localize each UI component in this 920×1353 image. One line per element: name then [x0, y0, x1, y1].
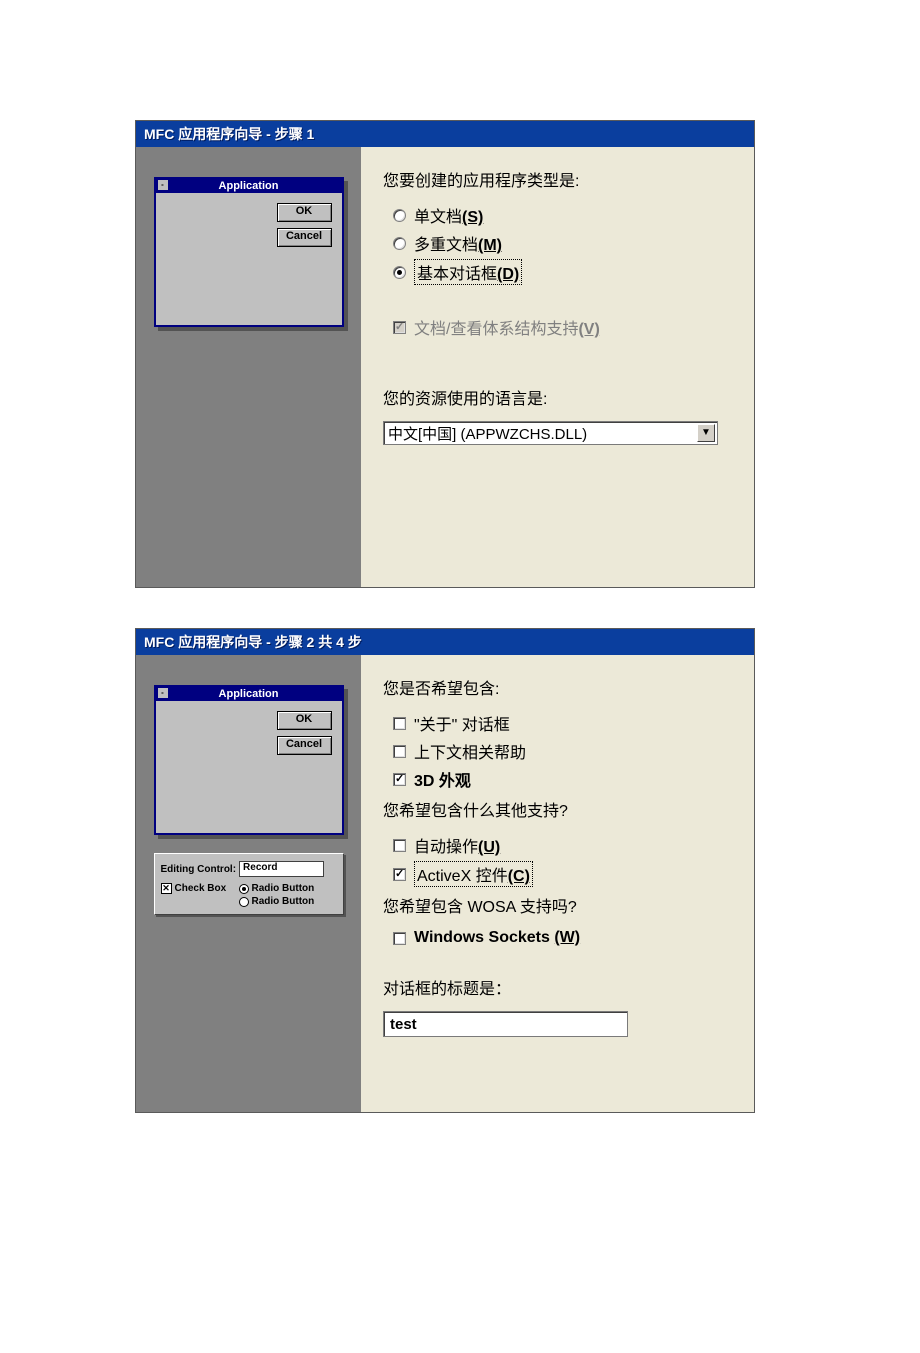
preview-controls-panel: Editing Control: Record ✕ Check Box Radi…: [154, 853, 344, 915]
preview-editing-row: Editing Control: Record: [161, 861, 337, 877]
check-automation[interactable]: 自动操作(U): [393, 833, 732, 857]
wizard-step-1: MFC 应用程序向导 - 步骤 1 - Application OK Cance…: [135, 120, 755, 588]
preview-cancel-button: Cancel: [277, 228, 332, 247]
preview-pane-2: - Application OK Cancel Editing Control:…: [136, 655, 361, 1112]
preview-radio-icon: [239, 884, 249, 894]
checkbox-icon: [393, 868, 406, 881]
preview-app-window: - Application OK Cancel: [154, 177, 344, 327]
question-language: 您的资源使用的语言是:: [383, 385, 732, 409]
check-context-help[interactable]: 上下文相关帮助: [393, 739, 732, 763]
radio-icon: [393, 266, 406, 279]
language-dropdown[interactable]: 中文[中国] (APPWZCHS.DLL) ▼: [383, 421, 718, 445]
sysmenu-icon: -: [158, 688, 168, 698]
preview-ok-button-2: OK: [277, 711, 332, 730]
preview-record-input: Record: [239, 861, 324, 877]
options-pane: 您要创建的应用程序类型是: 单文档(S) 多重文档(M) 基本对话框(D) 文档…: [361, 147, 754, 587]
checkbox-icon: [393, 839, 406, 852]
preview-ok-button: OK: [277, 203, 332, 222]
question-other-support: 您希望包含什么其他支持?: [383, 797, 732, 821]
checkbox-icon: [393, 321, 406, 334]
checkbox-icon: [393, 932, 406, 945]
radio-icon: [393, 237, 406, 250]
check-about-dialog[interactable]: "关于" 对话框: [393, 711, 732, 735]
wizard-step-2: MFC 应用程序向导 - 步骤 2 共 4 步 - Application OK…: [135, 628, 755, 1113]
check-windows-sockets[interactable]: Windows Sockets (W): [393, 929, 732, 947]
preview-checkbox-icon: ✕: [161, 883, 172, 894]
question-wosa: 您希望包含 WOSA 支持吗?: [383, 893, 732, 917]
preview-app-window-2: - Application OK Cancel: [154, 685, 344, 835]
titlebar-step-1: MFC 应用程序向导 - 步骤 1: [136, 121, 754, 147]
language-value: 中文[中国] (APPWZCHS.DLL): [388, 423, 587, 444]
radio-dialog-based[interactable]: 基本对话框(D): [393, 259, 732, 285]
preview-title-2: - Application: [156, 687, 342, 701]
question-dialog-title: 对话框的标题是：: [383, 975, 732, 999]
sysmenu-icon: -: [158, 180, 168, 190]
checkbox-icon: [393, 745, 406, 758]
preview-pane: - Application OK Cancel: [136, 147, 361, 587]
radio-multi-doc[interactable]: 多重文档(M): [393, 231, 732, 255]
radio-icon: [393, 209, 406, 222]
titlebar-step-2: MFC 应用程序向导 - 步骤 2 共 4 步: [136, 629, 754, 655]
options-pane-2: 您是否希望包含: "关于" 对话框 上下文相关帮助 3D 外观 您希望包含什么其…: [361, 655, 754, 1112]
dialog-title-input[interactable]: [383, 1011, 628, 1037]
check-docview-support: 文档/查看体系结构支持(V): [393, 315, 732, 339]
check-3d-look[interactable]: 3D 外观: [393, 767, 732, 791]
preview-title: - Application: [156, 179, 342, 193]
checkbox-icon: [393, 773, 406, 786]
checkbox-icon: [393, 717, 406, 730]
preview-cancel-button-2: Cancel: [277, 736, 332, 755]
question-app-type: 您要创建的应用程序类型是:: [383, 167, 732, 191]
dropdown-arrow-icon[interactable]: ▼: [697, 424, 715, 442]
radio-single-doc[interactable]: 单文档(S): [393, 203, 732, 227]
check-activex[interactable]: ActiveX 控件(C): [393, 861, 732, 887]
question-include: 您是否希望包含:: [383, 675, 732, 699]
preview-radio-icon-2: [239, 897, 249, 907]
